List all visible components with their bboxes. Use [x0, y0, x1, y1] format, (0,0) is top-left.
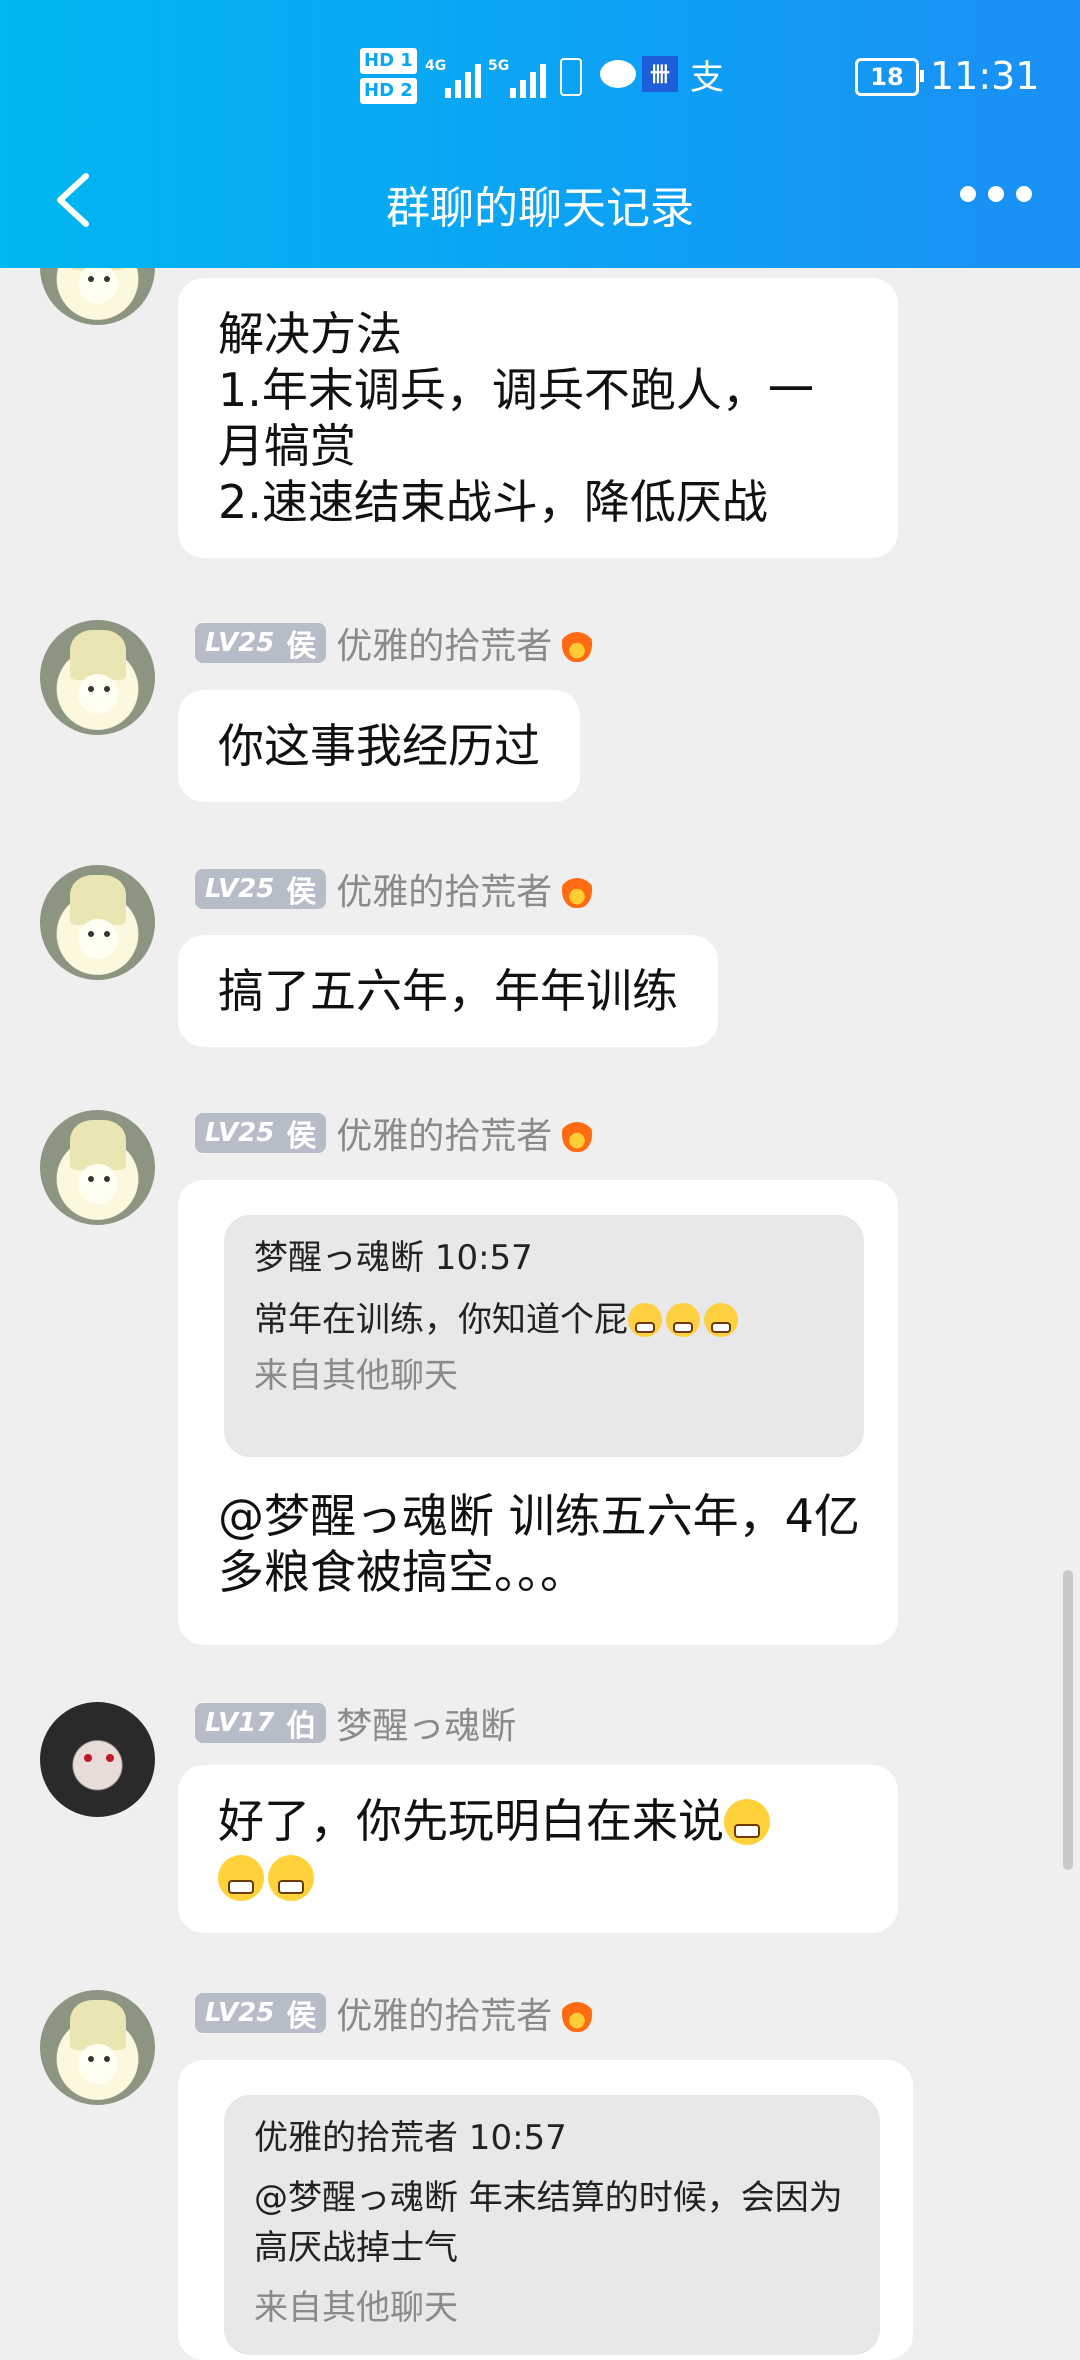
- level-number: LV17: [205, 1708, 275, 1738]
- fire-icon: [562, 870, 593, 908]
- level-badge: LV25 侯: [195, 623, 327, 663]
- avatar[interactable]: [40, 620, 155, 735]
- sender-meta: LV25 侯 优雅的拾荒者: [195, 1987, 593, 2039]
- hd1-label: HD 1: [360, 48, 417, 74]
- sim-icon: [560, 58, 582, 96]
- battery-icon: 18: [855, 58, 924, 96]
- emoji-icon: [218, 1855, 264, 1901]
- message-text: 好了，你先玩明白在来说: [218, 1794, 724, 1848]
- network-5g-label: 5G: [488, 58, 510, 74]
- level-title: 侯: [286, 875, 317, 909]
- status-bar: HD 1 HD 2 4G 5G 卌 支 18 11:31: [0, 40, 1080, 120]
- fire-icon: [562, 1994, 593, 2032]
- level-title: 伯: [286, 1709, 317, 1743]
- level-badge: LV25 侯: [195, 1113, 327, 1153]
- level-title: 侯: [286, 1999, 317, 2033]
- quoted-message[interactable]: 梦醒っ魂断 10:57 常年在训练，你知道个屁 来自其他聊天: [224, 1215, 864, 1457]
- nav-bar: 群聊的聊天记录: [0, 150, 1080, 250]
- app-notification-icon: 卌: [642, 56, 678, 92]
- network-4g-label: 4G: [425, 58, 447, 74]
- scrollbar[interactable]: [1063, 1570, 1073, 1870]
- sender-name[interactable]: 优雅的拾荒者: [336, 1107, 552, 1159]
- hd2-label: HD 2: [360, 78, 417, 104]
- level-badge: LV25 侯: [195, 869, 327, 909]
- signal-icon-1: [445, 58, 481, 98]
- sender-meta: LV25 侯 优雅的拾荒者: [195, 863, 593, 915]
- emoji-icon: [628, 1303, 662, 1337]
- sender-name[interactable]: 优雅的拾荒者: [336, 863, 552, 915]
- emoji-icon: [268, 1855, 314, 1901]
- quote-header: 优雅的拾荒者 10:57: [254, 2118, 567, 2158]
- level-title: 侯: [286, 1119, 317, 1153]
- fire-icon: [562, 1114, 593, 1152]
- message-bubble[interactable]: 好了，你先玩明白在来说: [178, 1765, 898, 1933]
- emoji-icon: [666, 1303, 700, 1337]
- avatar[interactable]: [40, 1990, 155, 2105]
- fire-icon: [562, 624, 593, 662]
- quote-body-text: 常年在训练，你知道个屁: [254, 1300, 628, 1340]
- avatar[interactable]: [40, 1110, 155, 1225]
- emoji-icon: [724, 1799, 770, 1845]
- quote-body: @梦醒っ魂断 年末结算的时候，会因为高厌战掉士气: [254, 2178, 843, 2268]
- sender-meta: LV17 伯 梦醒っ魂断: [195, 1697, 516, 1749]
- level-number: LV25: [205, 874, 275, 904]
- signal-icon-2: [510, 58, 546, 98]
- level-badge: LV25 侯: [195, 1993, 327, 2033]
- sender-name[interactable]: 优雅的拾荒者: [336, 1987, 552, 2039]
- sender-meta: LV25 侯 优雅的拾荒者: [195, 617, 593, 669]
- quote-header: 梦醒っ魂断 10:57: [254, 1238, 533, 1278]
- top-bar: HD 1 HD 2 4G 5G 卌 支 18 11:31 群聊的聊天记录: [0, 0, 1080, 268]
- quote-source: 来自其他聊天: [254, 1356, 458, 1396]
- message-bubble[interactable]: 你这事我经历过: [178, 690, 580, 802]
- page-title: 群聊的聊天记录: [386, 183, 694, 234]
- quoted-message[interactable]: 优雅的拾荒者 10:57 @梦醒っ魂断 年末结算的时候，会因为高厌战掉士气 来自…: [224, 2095, 880, 2355]
- quote-body: 常年在训练，你知道个屁: [254, 1295, 834, 1345]
- message-notification-icon: [600, 60, 636, 88]
- more-options-icon[interactable]: [960, 186, 1032, 202]
- level-number: LV25: [205, 1998, 275, 2028]
- emoji-icon: [704, 1303, 738, 1337]
- level-badge: LV17 伯: [195, 1703, 327, 1743]
- quote-source: 来自其他聊天: [254, 2288, 458, 2328]
- alipay-icon: 支: [690, 58, 724, 98]
- message-bubble[interactable]: 解决方法 1.年末调兵，调兵不跑人，一月犒赏 2.速速结束战斗，降低厌战: [178, 278, 898, 558]
- sender-meta: LV25 侯 优雅的拾荒者: [195, 1107, 593, 1159]
- level-title: 侯: [286, 629, 317, 663]
- sender-name[interactable]: 梦醒っ魂断: [336, 1697, 516, 1749]
- message-bubble[interactable]: 搞了五六年，年年训练: [178, 935, 718, 1047]
- avatar[interactable]: [40, 1702, 155, 1817]
- sender-name[interactable]: 优雅的拾荒者: [336, 617, 552, 669]
- hd-indicator: HD 1 HD 2: [360, 48, 417, 108]
- avatar[interactable]: [40, 865, 155, 980]
- clock: 11:31: [930, 54, 1040, 98]
- level-number: LV25: [205, 628, 275, 658]
- message-text: @梦醒っ魂断 训练五六年，4亿多粮食被搞空。。。: [218, 1489, 860, 1599]
- level-number: LV25: [205, 1118, 275, 1148]
